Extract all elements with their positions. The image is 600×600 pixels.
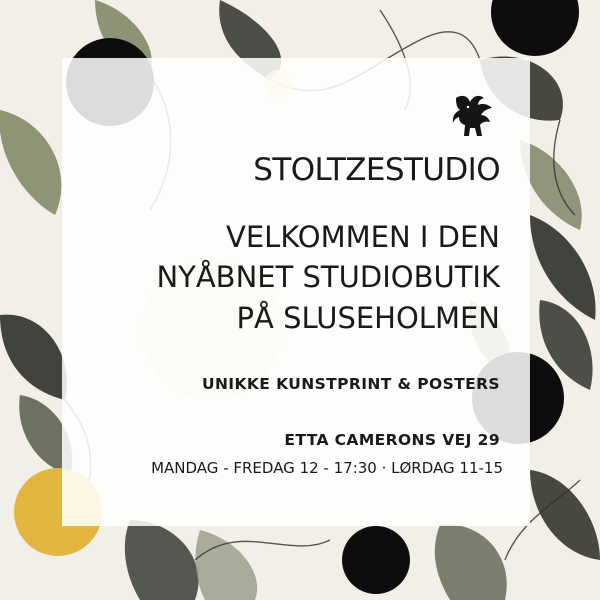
leaf (0, 314, 67, 400)
poster: STOLTZESTUDIO VELKOMMEN I DEN NYÅBNET ST… (0, 0, 600, 600)
tagline: UNIKKE KUNSTPRINT & POSTERS (201, 375, 500, 393)
leaf (530, 470, 600, 560)
leaf (0, 110, 62, 215)
black-dot (491, 0, 579, 56)
leaf (195, 530, 258, 600)
brand-name: STOLTZESTUDIO (253, 152, 500, 188)
address: ETTA CAMERONS VEJ 29 (284, 431, 500, 449)
black-dot (342, 526, 410, 594)
leaf (434, 524, 507, 600)
headline-line-3: PÅ SLUSEHOLMEN (236, 301, 500, 335)
leaf (124, 520, 199, 600)
headline-line-1: VELKOMMEN I DEN (226, 220, 500, 254)
winged-lion-icon (452, 95, 492, 136)
opening-hours: MANDAG - FREDAG 12 - 17:30 · LØRDAG 11-1… (151, 459, 503, 477)
headline-line-2: NYÅBNET STUDIOBUTIK (156, 260, 500, 294)
